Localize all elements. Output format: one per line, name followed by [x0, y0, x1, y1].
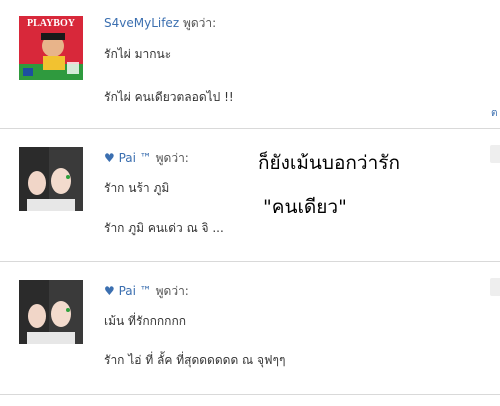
- avatar[interactable]: [19, 280, 83, 344]
- comment-line: รักไผ่ คนเดียวตลอดไป !!: [104, 90, 234, 104]
- avatar-logo-text: PLAYBOY: [27, 18, 76, 29]
- comment-line: รักไผ่ มากนะ: [104, 47, 172, 61]
- side-tab[interactable]: [490, 145, 500, 163]
- author-line: ♥ Pai ™ พูดว่า:: [104, 282, 189, 301]
- avatar[interactable]: PLAYBOY: [19, 16, 83, 80]
- says-label: พูดว่า:: [182, 16, 217, 30]
- author-name[interactable]: S4veMyLifez: [104, 16, 179, 30]
- author-line: ♥ Pai ™ พูดว่า:: [104, 149, 189, 168]
- comment-line: เม้น ที่รักกกกกก: [104, 314, 186, 328]
- two-girls-photo-avatar-icon: [19, 147, 83, 211]
- heart-icon: ♥: [104, 151, 115, 165]
- two-girls-photo-avatar-icon: [19, 280, 83, 344]
- heart-icon: ♥: [104, 284, 115, 298]
- author-name-text: Pai ™: [118, 284, 152, 298]
- overlay-caption-line-2: "คนเดียว": [263, 196, 347, 218]
- side-tab[interactable]: [490, 278, 500, 296]
- comment-post: PLAYBOY S4veMyLifez พูดว่า: รักไผ่ มากนะ…: [0, 0, 500, 128]
- comment-post: ♥ Pai ™ พูดว่า: เม้น ที่รักกกกกก รัาก ไอ…: [0, 262, 500, 394]
- author-name[interactable]: ♥ Pai ™: [104, 284, 152, 298]
- says-label: พูดว่า:: [155, 284, 189, 298]
- author-line: S4veMyLifez พูดว่า:: [104, 14, 216, 33]
- avatar[interactable]: [19, 147, 83, 211]
- comment-post: ♥ Pai ™ พูดว่า: รัาก นร้า ภูมิ รัาก ภูมิ…: [0, 129, 500, 261]
- overlay-caption-line-1: ก็ยังเม้นบอกว่ารัก: [258, 152, 400, 174]
- author-name-text: Pai ™: [118, 151, 152, 165]
- comment-line: รัาก ภูมิ คนเด่ว ณ จิ ...: [104, 221, 224, 235]
- side-link[interactable]: ต: [491, 106, 498, 121]
- says-label: พูดว่า:: [155, 151, 189, 165]
- author-name[interactable]: ♥ Pai ™: [104, 151, 152, 165]
- comment-line: รัาก ไอ่ ที่ ลั้ค ที่สุดดดดดด ณ จุฟๆๆ: [104, 353, 286, 367]
- playboy-magazine-avatar-icon: PLAYBOY: [19, 16, 83, 80]
- divider: [0, 394, 500, 395]
- comment-line: รัาก นร้า ภูมิ: [104, 181, 170, 195]
